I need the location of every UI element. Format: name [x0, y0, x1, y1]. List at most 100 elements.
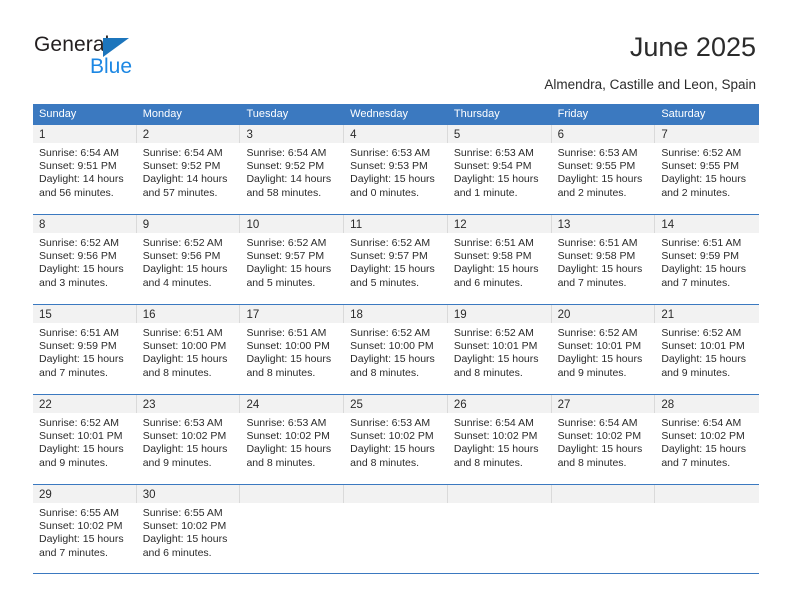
sunset-text: Sunset: 9:53 PM — [350, 160, 428, 173]
sunset-text: Sunset: 10:01 PM — [661, 340, 745, 353]
day-number: 26 — [453, 399, 467, 411]
day-number-band: 10 — [240, 215, 345, 233]
day-details: Sunrise: 6:53 AM Sunset: 10:02 PM Daylight… — [240, 413, 344, 470]
sunrise-text: Sunrise: 6:52 AM — [246, 237, 327, 249]
day-number-band: 12 — [447, 215, 552, 233]
day-number-band: 3 — [240, 125, 345, 143]
day-details: Sunrise: 6:52 AM Sunset: 9:57 PM Daylight:… — [240, 233, 344, 290]
day-details — [655, 503, 759, 507]
day-details: Sunrise: 6:54 AM Sunset: 10:02 PM Daylight… — [552, 413, 656, 470]
day-number-band: 8 — [33, 215, 137, 233]
day-cell[interactable]: 26 Sunrise: 6:54 AM Sunset: 10:02 PM Daylig… — [447, 395, 552, 484]
day-cell[interactable]: 17 Sunrise: 6:51 AM Sunset: 10:00 PM Daylig… — [240, 305, 345, 394]
daylight-text-line2: and 4 minutes. — [142, 276, 212, 289]
daylight-text-line2: and 9 minutes. — [661, 366, 731, 379]
day-cell[interactable]: 5 Sunrise: 6:53 AM Sunset: 9:54 PM Daylight… — [447, 125, 552, 214]
daylight-text-line2: and 6 minutes. — [453, 276, 523, 289]
day-details: Sunrise: 6:52 AM Sunset: 9:55 PM Daylight:… — [655, 143, 759, 200]
daylight-text-line2: and 7 minutes. — [39, 366, 108, 379]
day-cell[interactable]: 10 Sunrise: 6:52 AM Sunset: 9:57 PM Dayligh… — [240, 215, 345, 304]
page-title: June 2025 — [629, 32, 756, 62]
sunrise-text: Sunrise: 6:52 AM — [39, 237, 119, 249]
day-cell[interactable]: 23 Sunrise: 6:53 AM Sunset: 10:02 PM Daylig… — [136, 395, 241, 484]
day-cell[interactable]: 19 Sunrise: 6:52 AM Sunset: 10:01 PM Daylig… — [447, 305, 552, 394]
daylight-text-line1: Daylight: 15 hours — [661, 263, 746, 276]
sunrise-text: Sunrise: 6:52 AM — [557, 327, 638, 339]
day-cell[interactable]: 29 Sunrise: 6:55 AM Sunset: 10:02 PM Daylig… — [33, 485, 137, 573]
day-cell[interactable]: 20 Sunrise: 6:52 AM Sunset: 10:01 PM Daylig… — [551, 305, 656, 394]
day-number: 25 — [350, 399, 363, 411]
daylight-text-line2: and 2 minutes. — [557, 186, 627, 199]
sunrise-text: Sunrise: 6:52 AM — [350, 327, 431, 339]
sunset-text: Sunset: 9:52 PM — [246, 160, 325, 173]
daylight-text-line2: and 57 minutes. — [142, 186, 218, 199]
day-cell[interactable]: 3 Sunrise: 6:54 AM Sunset: 9:52 PM Daylight… — [240, 125, 345, 214]
day-cell[interactable]: 30 Sunrise: 6:55 AM Sunset: 10:02 PM Daylig… — [136, 485, 241, 573]
day-cell[interactable]: 12 Sunrise: 6:51 AM Sunset: 9:58 PM Dayligh… — [447, 215, 552, 304]
sunset-text: Sunset: 10:00 PM — [142, 340, 227, 353]
day-number-band: 30 — [136, 485, 241, 503]
day-cell[interactable]: 6 Sunrise: 6:53 AM Sunset: 9:55 PM Daylight… — [551, 125, 656, 214]
day-number: 12 — [453, 219, 467, 231]
sunrise-text: Sunrise: 6:54 AM — [142, 147, 223, 159]
sunset-text: Sunset: 10:01 PM — [39, 430, 123, 443]
weekday-header-monday: Monday — [142, 108, 182, 120]
day-cell[interactable]: 22 Sunrise: 6:52 AM Sunset: 10:01 PM Daylig… — [33, 395, 137, 484]
sunset-text: Sunset: 10:02 PM — [453, 430, 538, 443]
day-cell[interactable]: 4 Sunrise: 6:53 AM Sunset: 9:53 PM Daylight… — [344, 125, 448, 214]
sunset-text: Sunset: 9:55 PM — [557, 160, 636, 173]
day-number-band — [551, 485, 656, 503]
sunset-text: Sunset: 9:57 PM — [246, 250, 325, 263]
day-details: Sunrise: 6:54 AM Sunset: 10:02 PM Daylight… — [655, 413, 759, 470]
daylight-text-line1: Daylight: 15 hours — [142, 353, 228, 366]
day-cell[interactable]: 2 Sunrise: 6:54 AM Sunset: 9:52 PM Daylight… — [136, 125, 241, 214]
day-cell[interactable]: 18 Sunrise: 6:52 AM Sunset: 10:00 PM Daylig… — [344, 305, 448, 394]
week-row: 22 Sunrise: 6:52 AM Sunset: 10:01 PM Daylig… — [33, 394, 760, 484]
day-cell[interactable]: 1 Sunrise: 6:54 AM Sunset: 9:51 PM Daylight… — [33, 125, 137, 214]
weekday-header-saturday: Saturday — [661, 108, 706, 120]
day-cell[interactable]: 15 Sunrise: 6:51 AM Sunset: 9:59 PM Dayligh… — [33, 305, 137, 394]
day-details: Sunrise: 6:54 AM Sunset: 9:51 PM Daylight:… — [33, 143, 137, 200]
day-cell[interactable]: 24 Sunrise: 6:53 AM Sunset: 10:02 PM Daylig… — [240, 395, 345, 484]
day-details: Sunrise: 6:52 AM Sunset: 10:01 PM Daylight… — [448, 323, 552, 380]
sunset-text: Sunset: 10:02 PM — [142, 430, 227, 443]
day-number-band: 1 — [33, 125, 137, 143]
sunrise-text: Sunrise: 6:52 AM — [661, 327, 742, 339]
day-details: Sunrise: 6:54 AM Sunset: 10:02 PM Daylight… — [448, 413, 552, 470]
day-cell[interactable]: 16 Sunrise: 6:51 AM Sunset: 10:00 PM Daylig… — [136, 305, 241, 394]
daylight-text-line1: Daylight: 15 hours — [661, 443, 746, 456]
sunrise-text: Sunrise: 6:52 AM — [453, 327, 534, 339]
general-blue-logo[interactable]: General Blue — [34, 33, 174, 83]
day-number: 13 — [557, 219, 571, 231]
day-number: 5 — [453, 129, 461, 141]
daylight-text-line2: and 8 minutes. — [453, 366, 523, 379]
daylight-text-line2: and 9 minutes. — [39, 456, 108, 469]
day-number-band: 21 — [655, 305, 760, 323]
daylight-text-line1: Daylight: 15 hours — [557, 353, 643, 366]
day-number: 17 — [246, 309, 260, 321]
day-details: Sunrise: 6:54 AM Sunset: 9:52 PM Daylight:… — [137, 143, 241, 200]
sunset-text: Sunset: 9:58 PM — [453, 250, 532, 263]
day-cell[interactable]: 11 Sunrise: 6:52 AM Sunset: 9:57 PM Dayligh… — [344, 215, 448, 304]
day-cell[interactable]: 28 Sunrise: 6:54 AM Sunset: 10:02 PM Daylig… — [655, 395, 760, 484]
day-cell[interactable]: 9 Sunrise: 6:52 AM Sunset: 9:56 PM Daylight… — [136, 215, 241, 304]
day-details: Sunrise: 6:52 AM Sunset: 9:56 PM Daylight:… — [33, 233, 137, 290]
weekday-header-wednesday: Wednesday — [350, 108, 409, 120]
daylight-text-line1: Daylight: 15 hours — [453, 443, 539, 456]
day-cell[interactable]: 25 Sunrise: 6:53 AM Sunset: 10:02 PM Daylig… — [344, 395, 448, 484]
day-number-band: 5 — [447, 125, 552, 143]
daylight-text-line1: Daylight: 15 hours — [246, 263, 332, 276]
day-cell[interactable]: 7 Sunrise: 6:52 AM Sunset: 9:55 PM Daylight… — [655, 125, 760, 214]
daylight-text-line2: and 8 minutes. — [350, 456, 420, 469]
weekday-header-row: Sunday Monday Tuesday Wednesday Thursday… — [33, 104, 759, 124]
day-cell[interactable]: 13 Sunrise: 6:51 AM Sunset: 9:58 PM Dayligh… — [551, 215, 656, 304]
day-number-band: 9 — [136, 215, 241, 233]
day-cell[interactable]: 21 Sunrise: 6:52 AM Sunset: 10:01 PM Daylig… — [655, 305, 760, 394]
day-cell[interactable]: 27 Sunrise: 6:54 AM Sunset: 10:02 PM Daylig… — [551, 395, 656, 484]
daylight-text-line2: and 8 minutes. — [246, 456, 316, 469]
day-number-band: 18 — [344, 305, 448, 323]
sunset-text: Sunset: 10:00 PM — [246, 340, 330, 353]
day-cell[interactable]: 14 Sunrise: 6:51 AM Sunset: 9:59 PM Dayligh… — [655, 215, 760, 304]
weekday-header-sunday: Sunday — [39, 108, 77, 120]
day-cell[interactable]: 8 Sunrise: 6:52 AM Sunset: 9:56 PM Daylight… — [33, 215, 137, 304]
